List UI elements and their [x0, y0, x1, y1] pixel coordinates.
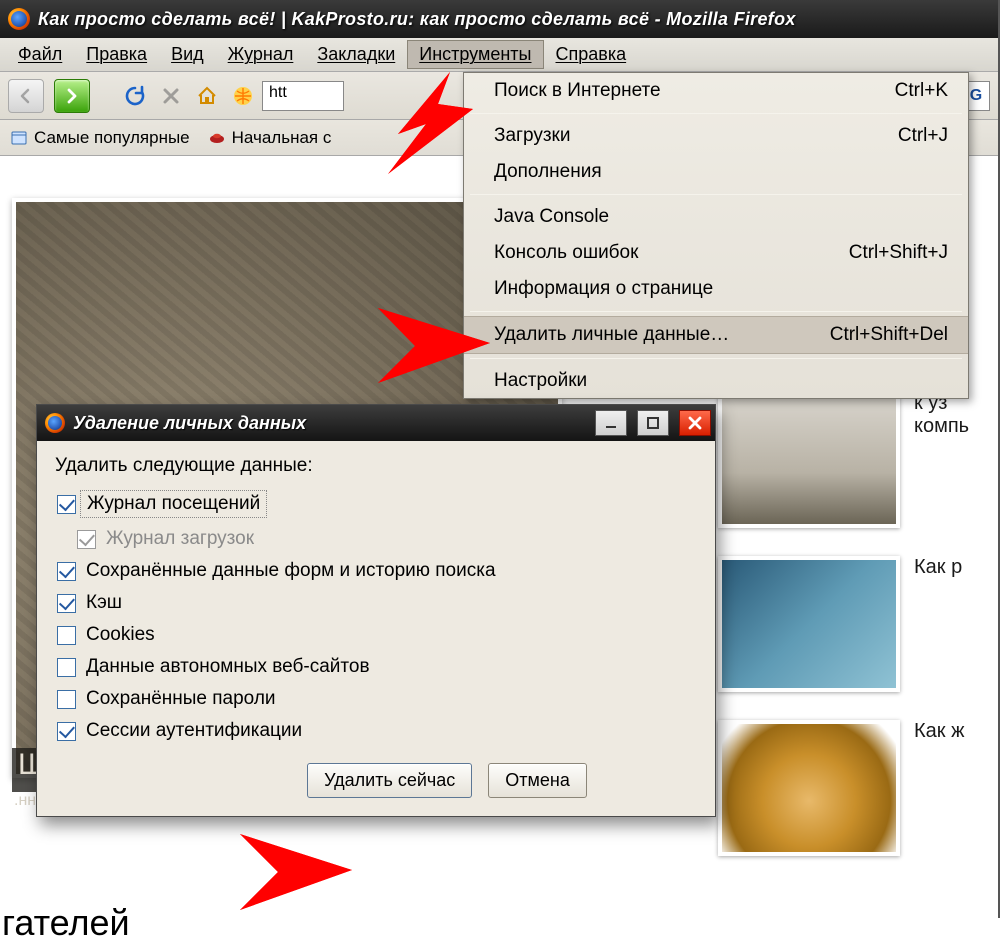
checkbox[interactable] — [57, 594, 76, 613]
checkbox — [77, 530, 96, 549]
menu-edit[interactable]: Правка — [74, 40, 159, 69]
menu-item-label: Поиск в Интернете — [494, 80, 661, 102]
maximize-button[interactable] — [637, 410, 669, 436]
minimize-button[interactable] — [595, 410, 627, 436]
firefox-icon — [8, 8, 30, 30]
menu-item-shortcut: Ctrl+J — [898, 125, 948, 147]
menu-item-error-console[interactable]: Консоль ошибок Ctrl+Shift+J — [464, 235, 968, 271]
menu-separator — [470, 358, 962, 359]
dialog-titlebar: Удаление личных данных — [37, 405, 715, 441]
menu-file[interactable]: Файл — [6, 40, 74, 69]
checkbox-label: Данные автономных веб-сайтов — [86, 656, 370, 678]
checkbox[interactable] — [57, 626, 76, 645]
checkbox-label: Cookies — [86, 624, 155, 646]
checkbox[interactable] — [57, 562, 76, 581]
dialog-body: Удалить следующие данные: Журнал посещен… — [37, 441, 715, 816]
checkbox-label: Кэш — [86, 592, 122, 614]
annotation-arrow-icon — [370, 288, 500, 403]
cancel-button[interactable]: Отмена — [488, 763, 587, 798]
reload-icon[interactable] — [122, 83, 148, 109]
menu-separator — [470, 194, 962, 195]
menu-item-settings[interactable]: Настройки — [464, 363, 968, 394]
menu-item-shortcut: Ctrl+K — [895, 80, 948, 102]
checkbox-row-passwords[interactable]: Сохранённые пароли — [55, 683, 699, 715]
bookmark-folder-icon — [10, 129, 28, 147]
menu-item-addons[interactable]: Дополнения — [464, 154, 968, 190]
menu-item-label: Java Console — [494, 206, 609, 228]
ok-button[interactable]: Удалить сейчас — [307, 763, 472, 798]
thumb-label: Как ж — [914, 720, 964, 743]
menu-item-clear-private-data[interactable]: Удалить личные данные… Ctrl+Shift+Del — [464, 316, 968, 354]
checkbox-row-cookies[interactable]: Cookies — [55, 619, 699, 651]
menu-history[interactable]: Журнал — [216, 40, 306, 69]
checkbox-row-form-search[interactable]: Сохранённые данные форм и историю поиска — [55, 555, 699, 587]
clear-private-data-dialog: Удаление личных данных Удалить следующие… — [36, 404, 716, 817]
dialog-title: Удаление личных данных — [73, 413, 585, 434]
window-title: Как просто сделать всё! | KakProsto.ru: … — [38, 9, 796, 30]
thumbnail-2[interactable] — [718, 392, 900, 528]
menu-separator — [470, 113, 962, 114]
close-button[interactable] — [679, 410, 711, 436]
checkbox-row-history[interactable]: Журнал посещений — [55, 485, 699, 523]
annotation-arrow-icon — [230, 822, 360, 927]
menu-help[interactable]: Справка — [544, 40, 639, 69]
related-thumbnails-2: к уз компь Как р Как ж — [718, 392, 998, 884]
stop-icon[interactable] — [158, 83, 184, 109]
bookmark-label: Начальная с — [232, 128, 332, 148]
menu-item-page-info[interactable]: Информация о странице — [464, 271, 968, 307]
redhat-icon — [208, 129, 226, 147]
address-bar: htt — [230, 81, 344, 111]
tools-dropdown: Поиск в Интернете Ctrl+K Загрузки Ctrl+J… — [463, 72, 969, 399]
firefox-icon — [45, 413, 65, 433]
thumbnail-3[interactable] — [718, 556, 900, 692]
menu-item-downloads[interactable]: Загрузки Ctrl+J — [464, 118, 968, 154]
checkbox-row-offline[interactable]: Данные автономных веб-сайтов — [55, 651, 699, 683]
thumbnail-4[interactable] — [718, 720, 900, 856]
menu-item-search-internet[interactable]: Поиск в Интернете Ctrl+K — [464, 73, 968, 109]
bookmark-label: Самые популярные — [34, 128, 190, 148]
checkbox-label: Журнал загрузок — [106, 528, 254, 550]
url-input[interactable]: htt — [262, 81, 344, 111]
menu-item-label: Настройки — [494, 370, 587, 392]
checkbox-row-download-history: Журнал загрузок — [55, 523, 699, 555]
menu-view[interactable]: Вид — [159, 40, 216, 69]
checkbox[interactable] — [57, 690, 76, 709]
checkbox-row-auth-sessions[interactable]: Сессии аутентификации — [55, 715, 699, 747]
checkbox-label: Сессии аутентификации — [86, 720, 302, 742]
menu-item-label: Консоль ошибок — [494, 242, 638, 264]
thumb-label: компь — [914, 415, 969, 438]
menu-item-shortcut: Ctrl+Shift+Del — [830, 324, 948, 346]
thumb-label: Как р — [914, 556, 962, 579]
menu-separator — [470, 311, 962, 312]
page-bottom-text: гателей — [2, 902, 130, 944]
checkbox-row-cache[interactable]: Кэш — [55, 587, 699, 619]
menu-item-java-console[interactable]: Java Console — [464, 199, 968, 235]
annotation-arrow-icon — [378, 64, 488, 189]
menu-item-label: Удалить личные данные… — [494, 324, 729, 346]
menu-item-label: Информация о странице — [494, 278, 713, 300]
menubar: Файл Правка Вид Журнал Закладки Инструме… — [0, 38, 998, 72]
checkbox[interactable] — [57, 658, 76, 677]
checkbox-label: Журнал посещений — [80, 490, 267, 518]
site-identity-icon[interactable] — [230, 83, 256, 109]
menu-item-shortcut: Ctrl+Shift+J — [849, 242, 948, 264]
checkbox[interactable] — [57, 722, 76, 741]
checkbox[interactable] — [57, 495, 76, 514]
titlebar: Как просто сделать всё! | KakProsto.ru: … — [0, 0, 998, 38]
checkbox-label: Сохранённые пароли — [86, 688, 276, 710]
back-button[interactable] — [8, 79, 44, 113]
checkbox-label: Сохранённые данные форм и историю поиска — [86, 560, 496, 582]
home-icon[interactable] — [194, 83, 220, 109]
bookmark-popular[interactable]: Самые популярные — [10, 128, 190, 148]
menu-item-label: Дополнения — [494, 161, 602, 183]
forward-button[interactable] — [54, 79, 90, 113]
dialog-button-row: Удалить сейчас Отмена — [55, 763, 699, 798]
menu-item-label: Загрузки — [494, 125, 570, 147]
dialog-heading: Удалить следующие данные: — [55, 455, 699, 477]
bookmark-startpage[interactable]: Начальная с — [208, 128, 332, 148]
caption-text-b: .нн — [14, 792, 36, 810]
